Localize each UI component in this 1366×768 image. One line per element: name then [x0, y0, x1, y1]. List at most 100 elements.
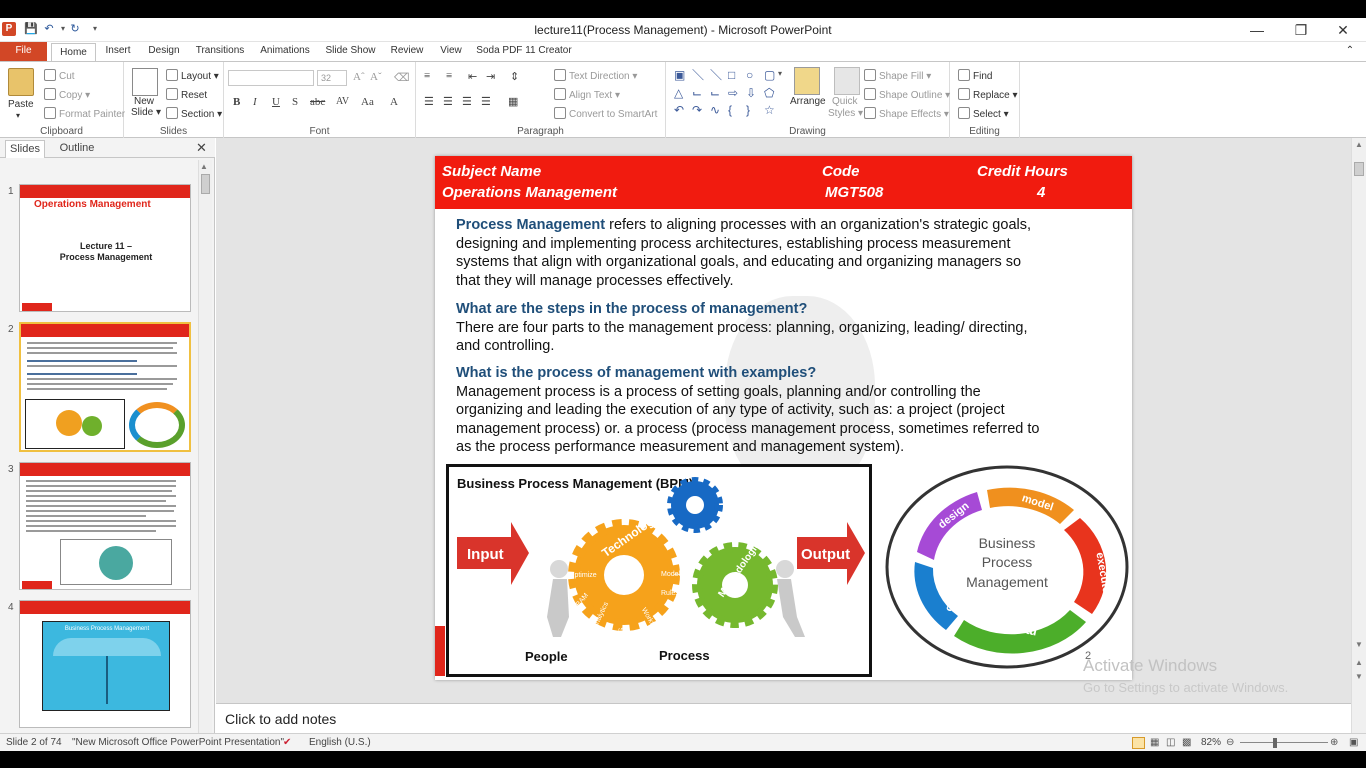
- shape-effects-button[interactable]: Shape Effects ▾: [864, 107, 949, 120]
- notes-placeholder[interactable]: Click to add notes: [225, 711, 336, 727]
- close-panel-icon[interactable]: ✕: [196, 140, 210, 158]
- minimize-button[interactable]: —: [1242, 20, 1272, 40]
- decrease-indent-icon[interactable]: ⇤: [468, 70, 477, 83]
- underline-icon[interactable]: U: [272, 96, 280, 108]
- font-name-field[interactable]: [228, 70, 314, 86]
- normal-view-icon[interactable]: [1132, 737, 1145, 749]
- slide-thumbnail-2[interactable]: [19, 322, 191, 452]
- strikethrough-icon[interactable]: abc: [310, 96, 325, 108]
- slide[interactable]: Subject Name Operations Management Code …: [435, 156, 1132, 680]
- scroll-thumb[interactable]: [201, 174, 210, 194]
- bold-icon[interactable]: B: [233, 96, 240, 108]
- flowchart-shape-icon[interactable]: ⬠: [764, 87, 774, 99]
- format-painter-button[interactable]: Format Painter: [44, 107, 125, 120]
- convert-smartart-button[interactable]: Convert to SmartArt: [554, 107, 657, 120]
- tab-design[interactable]: Design: [143, 42, 185, 61]
- layout-button[interactable]: Layout ▾: [166, 69, 219, 82]
- arrange-button[interactable]: Arrange: [790, 96, 826, 107]
- rectangle-shape-icon[interactable]: ▣: [674, 69, 685, 81]
- restore-button[interactable]: ❐: [1286, 20, 1316, 40]
- notes-pane[interactable]: Click to add notes: [216, 703, 1351, 733]
- zoom-level[interactable]: 82%: [1201, 737, 1221, 748]
- find-button[interactable]: Find: [958, 69, 992, 82]
- align-center-icon[interactable]: ☰: [443, 95, 453, 108]
- char-spacing-icon[interactable]: AV: [336, 96, 349, 107]
- zoom-slider-thumb[interactable]: [1273, 738, 1277, 748]
- curve-shape-icon[interactable]: ↶: [674, 104, 684, 116]
- copy-button[interactable]: Copy ▾: [44, 88, 90, 101]
- shrink-font-icon[interactable]: Aˇ: [370, 71, 382, 83]
- new-slide-icon[interactable]: [132, 68, 158, 96]
- thumbnails-scrollbar[interactable]: ▲: [198, 160, 212, 734]
- quick-styles-button[interactable]: Quick: [832, 96, 858, 107]
- font-color-icon[interactable]: A: [390, 96, 398, 108]
- tab-soda-pdf[interactable]: Soda PDF 11 Creator: [476, 42, 572, 61]
- increase-indent-icon[interactable]: ⇥: [486, 70, 495, 83]
- scroll-thumb[interactable]: [1354, 162, 1364, 176]
- paste-button[interactable]: Paste: [8, 99, 34, 110]
- justify-icon[interactable]: ☰: [481, 95, 491, 108]
- cut-button[interactable]: Cut: [44, 69, 75, 82]
- reading-view-icon[interactable]: ◫: [1166, 737, 1175, 748]
- zoom-in-icon[interactable]: ⊕: [1330, 737, 1338, 748]
- new-slide-button[interactable]: New: [134, 96, 154, 107]
- tab-slide-show[interactable]: Slide Show: [322, 42, 379, 61]
- shape-outline-button[interactable]: Shape Outline ▾: [864, 88, 950, 101]
- tab-animations[interactable]: Animations: [257, 42, 313, 61]
- scroll-up-icon[interactable]: ▲: [200, 162, 208, 171]
- clear-formatting-icon[interactable]: ⌫: [394, 71, 410, 84]
- section-button[interactable]: Section ▾: [166, 107, 222, 120]
- numbering-icon[interactable]: ≡: [446, 70, 452, 82]
- italic-icon[interactable]: I: [253, 96, 257, 108]
- replace-button[interactable]: Replace ▾: [958, 88, 1018, 101]
- slide-sorter-icon[interactable]: ▦: [1150, 737, 1159, 748]
- shadow-icon[interactable]: S: [292, 96, 298, 108]
- reset-button[interactable]: Reset: [166, 88, 207, 101]
- grow-font-icon[interactable]: Aˆ: [353, 71, 365, 83]
- tab-insert[interactable]: Insert: [100, 42, 136, 61]
- font-size-field[interactable]: 32: [317, 70, 347, 86]
- tab-file[interactable]: File: [0, 42, 47, 61]
- quick-styles-label[interactable]: Styles ▾: [828, 108, 863, 119]
- close-button[interactable]: ✕: [1328, 20, 1358, 40]
- bullets-icon[interactable]: ≡: [424, 70, 430, 82]
- brace-left-shape-icon[interactable]: {: [728, 104, 732, 116]
- line-spacing-icon[interactable]: ⇕: [510, 70, 519, 83]
- align-text-button[interactable]: Align Text ▾: [554, 88, 620, 101]
- square-shape-icon[interactable]: □: [728, 69, 735, 81]
- change-case-icon[interactable]: Aa: [361, 96, 374, 108]
- quick-styles-icon[interactable]: [834, 67, 860, 95]
- arrange-icon[interactable]: [794, 67, 820, 95]
- ribbon-collapse-icon[interactable]: ⌃: [1340, 42, 1360, 61]
- tab-outline[interactable]: Outline: [52, 140, 102, 158]
- align-right-icon[interactable]: ☰: [462, 95, 472, 108]
- language-indicator[interactable]: English (U.S.): [309, 737, 371, 748]
- slideshow-icon[interactable]: ▩: [1182, 737, 1191, 748]
- bpm-image[interactable]: Business Process Management (BPM) Input …: [446, 464, 872, 677]
- slide-thumbnail-1[interactable]: Operations Management Lecture 11 – Proce…: [19, 184, 191, 312]
- oval-shape-icon[interactable]: ○: [746, 69, 753, 81]
- slide-thumbnail-4[interactable]: Business Process Management: [19, 600, 191, 728]
- tab-transitions[interactable]: Transitions: [193, 42, 247, 61]
- next-slide-icon[interactable]: ▼: [1355, 672, 1363, 681]
- text-direction-button[interactable]: Text Direction ▾: [554, 69, 637, 82]
- fit-to-window-icon[interactable]: ▣: [1349, 737, 1358, 748]
- tab-slides[interactable]: Slides: [5, 140, 45, 158]
- bpm-cycle-image[interactable]: design model execute monitor optimize Bu…: [882, 464, 1132, 674]
- down-arrow-shape-icon[interactable]: ⇩: [746, 87, 756, 99]
- paste-dropdown-icon[interactable]: ▾: [16, 111, 20, 120]
- align-left-icon[interactable]: ☰: [424, 95, 434, 108]
- right-arrow-shape-icon[interactable]: ⇨: [728, 87, 738, 99]
- freeform-shape-icon[interactable]: ∿: [710, 104, 720, 116]
- brace-right-shape-icon[interactable]: }: [746, 104, 750, 116]
- scroll-up-icon[interactable]: ▲: [1355, 140, 1363, 149]
- line-shape-icon-2[interactable]: ＼: [710, 69, 722, 81]
- elbow-arrow-icon[interactable]: ⌙: [710, 87, 720, 99]
- curve-shape-icon-2[interactable]: ↷: [692, 104, 702, 116]
- columns-icon[interactable]: ▦: [508, 95, 518, 108]
- zoom-slider[interactable]: [1240, 742, 1328, 743]
- triangle-shape-icon[interactable]: △: [674, 87, 683, 99]
- spellcheck-icon[interactable]: ✔: [283, 737, 291, 748]
- zoom-out-icon[interactable]: ⊖: [1226, 737, 1234, 748]
- paste-icon[interactable]: [8, 68, 34, 96]
